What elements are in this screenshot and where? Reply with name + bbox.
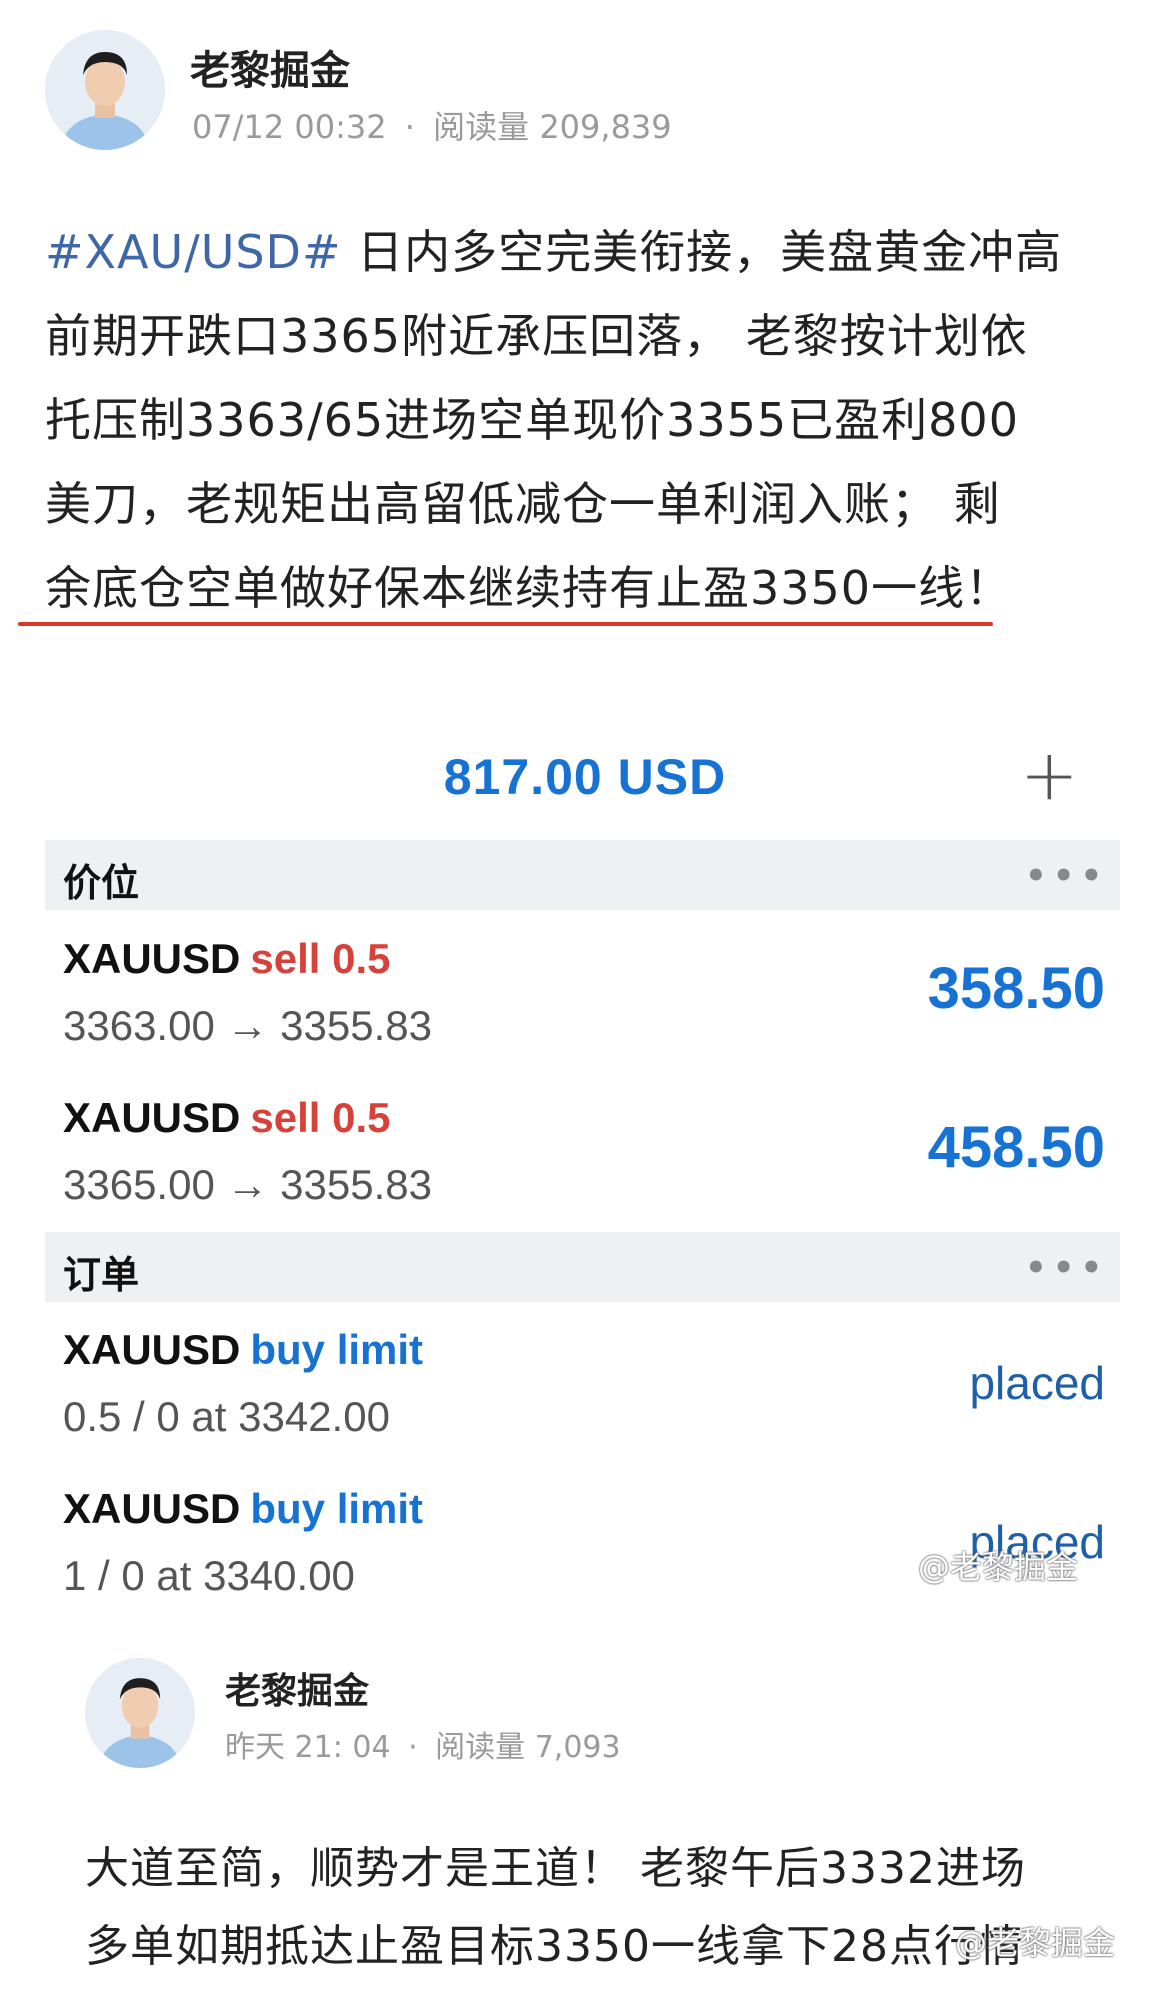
position-prices: 3365.00 → 3355.83 [63,1161,432,1208]
views-count: 7,093 [534,1730,621,1765]
post-line-5: 余底仓空单做好保本继续持有止盈3350一线！ [45,561,1013,615]
more-icon[interactable]: ••• [1025,1248,1108,1288]
more-icon[interactable]: ••• [1025,856,1108,896]
post-line-3: 托压制3363/65进场空单现价3355已盈利800 [45,393,1019,447]
author-avatar[interactable] [45,30,165,150]
post-timestamp: 07/12 00:32 [192,108,387,146]
account-balance: 817.00 USD [443,749,727,805]
position-profit: 358.50 [927,956,1105,1021]
orders-title: 订单 [63,1253,140,1297]
position-side: sell 0.5 [250,935,391,982]
views-label: 阅读量 [433,108,530,146]
positions-section-header [45,840,1120,910]
avatar-portrait-icon [85,1658,195,1768]
post-line-4: 美刀，老规矩出高留低减仓一单利润入账； 剩 [45,477,1001,531]
author-name[interactable]: 老黎掘金 [190,38,350,96]
position-symbol: XAUUSD [63,935,241,982]
positions-title: 价位 [63,861,140,905]
order-status: placed [969,1357,1105,1409]
views-count: 209,839 [539,108,672,146]
avatar-portrait-icon [45,30,165,150]
order-side: buy limit [250,1485,424,1532]
post-timestamp: 昨天 21: 04 [225,1730,391,1765]
add-icon[interactable]: + [1020,740,1079,810]
post-meta: 07/12 00:32 · 阅读量 209,839 [192,102,672,148]
post-body: #XAU/USD# 日内多空完美衔接，美盘黄金冲高 前期开跌口3365附近承压回… [45,210,1135,630]
hashtag-link[interactable]: #XAU/USD# [45,225,342,279]
position-row[interactable]: XAUUSD sell 0.5 [63,1094,390,1142]
order-side: buy limit [250,1326,424,1373]
order-row[interactable]: XAUUSD buy limit [63,1326,423,1374]
order-symbol: XAUUSD [63,1485,241,1532]
views-label: 阅读量 [435,1730,526,1765]
author-avatar[interactable] [85,1658,195,1768]
orders-section-header [45,1232,1120,1302]
position-row[interactable]: XAUUSD sell 0.5 [63,935,390,983]
meta-separator: · [408,1730,418,1765]
position-symbol: XAUUSD [63,1094,241,1141]
post-line-1: 大道至简，顺势才是王道！ 老黎午后3332进场 [85,1843,1026,1894]
order-detail: 0.5 / 0 at 3342.00 [63,1393,390,1440]
meta-separator: · [404,108,415,146]
author-name[interactable]: 老黎掘金 [225,1662,369,1714]
position-side: sell 0.5 [250,1094,391,1141]
order-detail: 1 / 0 at 3340.00 [63,1552,355,1599]
watermark: @老黎掘金 [918,1548,1079,1586]
post-line-2: 前期开跌口3365附近承压回落， 老黎按计划依 [45,309,1028,363]
order-symbol: XAUUSD [63,1326,241,1373]
post-meta: 昨天 21: 04 · 阅读量 7,093 [225,1722,621,1766]
position-profit: 458.50 [927,1115,1105,1180]
highlight-underline [18,622,993,626]
post-line-1: #XAU/USD# 日内多空完美衔接，美盘黄金冲高 [45,225,1063,279]
position-prices: 3363.00 → 3355.83 [63,1002,432,1049]
order-row[interactable]: XAUUSD buy limit [63,1485,423,1533]
watermark: @老黎掘金 [955,1924,1116,1962]
